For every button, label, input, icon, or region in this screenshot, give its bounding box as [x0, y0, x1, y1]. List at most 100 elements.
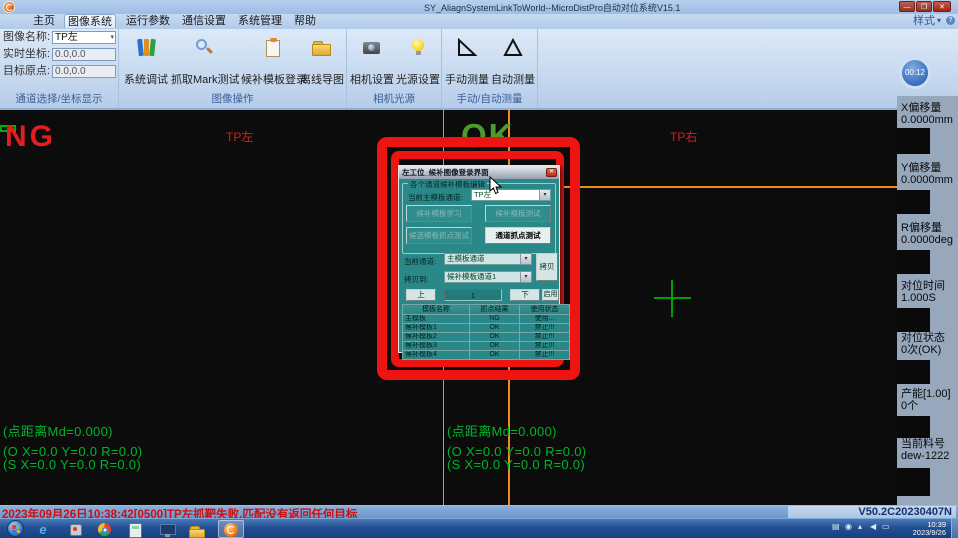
magnifier-icon [194, 37, 216, 59]
help-icon[interactable]: ? [946, 16, 955, 25]
channel-grab-test-button[interactable]: 通道抓点测试 [485, 227, 551, 244]
template-index-field: 1 [444, 289, 502, 301]
taskbar-tool-icon[interactable] [64, 521, 86, 537]
y-offset-readout: Y偏移量 0.0000mm [901, 162, 953, 186]
current-channel-combo[interactable]: 主模板通道 ▾ [444, 253, 532, 265]
sidebar-spacer [897, 190, 930, 214]
target-origin-label: 目标原点: [3, 65, 50, 78]
start-button[interactable] [7, 520, 24, 537]
group-caption-camera-light: 相机光源 [347, 91, 441, 106]
chevron-down-icon[interactable]: ▾ [520, 254, 531, 264]
col-template-name[interactable]: 模板名称 [403, 305, 470, 315]
auto-measure-button[interactable]: 自动测量 [490, 31, 536, 83]
tray-network-icon[interactable]: ▭ [882, 522, 890, 531]
status-bar: 2023年09月26日10:38:42[0500]TP左抓靶失败,匹配没有返回任… [0, 505, 958, 518]
template-test-button[interactable]: 候补模板测试 [485, 205, 551, 222]
tab-home[interactable]: 主页 [24, 14, 64, 28]
taskbar-ie-icon[interactable]: e [32, 521, 54, 537]
tab-comm-settings[interactable]: 通信设置 [178, 14, 230, 28]
ribbon-group-image-ops: 系统调试 抓取Mark测试 候补模板登录 离线导图 图像操作 [119, 29, 347, 108]
sidebar-spacer [897, 360, 930, 384]
table-row[interactable]: 候补模板4 OK 禁止!!! [403, 351, 570, 360]
template-grab-test-button[interactable]: 候选模板抓点测试 [406, 227, 472, 244]
realtime-coord-field: 0.0,0.0 [52, 48, 116, 61]
taskbar-computer-icon[interactable] [156, 521, 178, 537]
app-logo-icon[interactable] [3, 1, 15, 13]
folder-icon [311, 37, 333, 59]
template-status-table[interactable]: 模板名称 抓点结果 使用状态 主模板 NG 使用... 候补模板1 OK 禁止!… [402, 304, 570, 360]
copy-button[interactable]: 拷贝 [536, 253, 558, 281]
tab-image-system[interactable]: 图像系统 [64, 14, 116, 28]
grab-mark-test-button[interactable]: 抓取Mark测试 [171, 31, 239, 83]
system-debug-button[interactable]: 系统调试 [123, 31, 169, 83]
light-bulb-icon [407, 37, 429, 59]
main-template-channel-label: 当前主模板通道: [408, 192, 463, 203]
image-name-combo[interactable]: TP左 ▾ [52, 31, 116, 44]
chevron-down-icon[interactable]: ▾ [937, 14, 941, 28]
tab-help[interactable]: 帮助 [290, 14, 320, 28]
taskbar-clock[interactable]: 10:39 2023/9/26 [896, 521, 946, 537]
enable-button[interactable]: 启用 [542, 289, 559, 301]
taskbar-active-app[interactable] [218, 520, 244, 538]
maximize-button[interactable]: ❐ [916, 1, 932, 12]
tray-status-icon[interactable]: ◉ [845, 522, 852, 531]
image-name-label: 图像名称: [3, 31, 50, 44]
taskbar-calculator-icon[interactable] [124, 521, 146, 537]
dialog-close-button[interactable]: ✕ [546, 168, 557, 177]
table-header-row: 模板名称 抓点结果 使用状态 [403, 305, 570, 315]
clipboard-icon [263, 37, 285, 59]
image-name-value: TP左 [55, 32, 78, 43]
style-menu[interactable]: 样式 [913, 14, 935, 28]
prev-button[interactable]: 上 [406, 289, 436, 301]
tab-system-mgmt[interactable]: 系统管理 [234, 14, 286, 28]
chevron-down-icon[interactable]: ▾ [110, 32, 114, 43]
mouse-cursor [489, 176, 502, 200]
taskbar-folder-icon[interactable] [188, 521, 210, 537]
next-button[interactable]: 下 [510, 289, 540, 301]
target-cross-icon [671, 280, 673, 317]
tray-briefcase-icon[interactable]: ▤ [832, 522, 840, 531]
backup-template-register-button[interactable]: 候补模板登录 [241, 31, 307, 83]
tray-volume-icon[interactable]: ◀ [870, 522, 876, 531]
right-readout-line: (S X=0.0 Y=0.0 R=0.0) [447, 457, 585, 472]
ribbon: 图像名称: TP左 ▾ 实时坐标: 0.0,0.0 目标原点: 0.0,0.0 … [0, 29, 958, 108]
title-bar: SY_AliagnSystemLinkToWorld--MicroDistPro… [0, 0, 958, 15]
table-row[interactable]: 主模板 NG 使用... [403, 315, 570, 324]
minimize-button[interactable]: — [899, 1, 915, 12]
group-caption-measure: 手动/自动测量 [442, 91, 537, 106]
template-learn-button[interactable]: 候补模板学习 [406, 205, 472, 222]
table-row[interactable]: 候补模板1 OK 禁止!!! [403, 324, 570, 333]
app-window: SY_AliagnSystemLinkToWorld--MicroDistPro… [0, 0, 958, 538]
x-offset-readout: X偏移量 0.0000mm [901, 102, 953, 126]
sidebar-spacer [897, 308, 930, 332]
col-grab-result[interactable]: 抓点结果 [470, 305, 520, 315]
tray-show-hidden-icon[interactable]: ▴ [858, 522, 862, 531]
ribbon-group-channel: 图像名称: TP左 ▾ 实时坐标: 0.0,0.0 目标原点: 0.0,0.0 … [0, 29, 119, 108]
close-button[interactable]: ✕ [933, 1, 951, 12]
chevron-down-icon[interactable]: ▾ [520, 272, 531, 282]
align-status-readout: 对位状态 0次(OK) [901, 332, 945, 356]
table-row[interactable]: 候补模板2 OK 禁止!!! [403, 333, 570, 342]
copy-to-combo[interactable]: 候补模板通道1 ▾ [444, 271, 532, 283]
camera-settings-button[interactable]: 相机设置 [349, 31, 395, 83]
taskbar-chrome-icon[interactable] [94, 521, 116, 537]
chevron-down-icon[interactable]: ▾ [539, 190, 550, 200]
align-time-readout: 对位时间 1.000S [901, 280, 945, 304]
show-desktop-button[interactable] [951, 519, 958, 538]
set-square-icon [502, 37, 524, 59]
manual-measure-button[interactable]: 手动测量 [444, 31, 490, 83]
offline-map-button[interactable]: 离线导图 [299, 31, 345, 83]
tab-run-params[interactable]: 运行参数 [122, 14, 174, 28]
dialog-title-bar[interactable]: 左工位_候补图像登录界面 ✕ [399, 166, 559, 179]
right-readout-line: (点距离Md=0.000) [447, 421, 557, 440]
measurement-sidebar: X偏移量 0.0000mm Y偏移量 0.0000mm R偏移量 0.0000d… [897, 96, 958, 505]
main-template-channel-combo[interactable]: TP左 ▾ [471, 189, 551, 201]
table-row[interactable]: 候补模板3 OK 禁止!!! [403, 342, 570, 351]
light-settings-button[interactable]: 光源设置 [395, 31, 441, 83]
camera-icon [361, 37, 383, 59]
cycle-clock-badge: 00:12 [899, 57, 931, 89]
col-use-status[interactable]: 使用状态 [520, 305, 570, 315]
capacity-readout: 产能[1.00] 0个 [901, 388, 951, 412]
books-icon [135, 37, 157, 59]
left-readout-line: (S X=0.0 Y=0.0 R=0.0) [3, 457, 141, 472]
